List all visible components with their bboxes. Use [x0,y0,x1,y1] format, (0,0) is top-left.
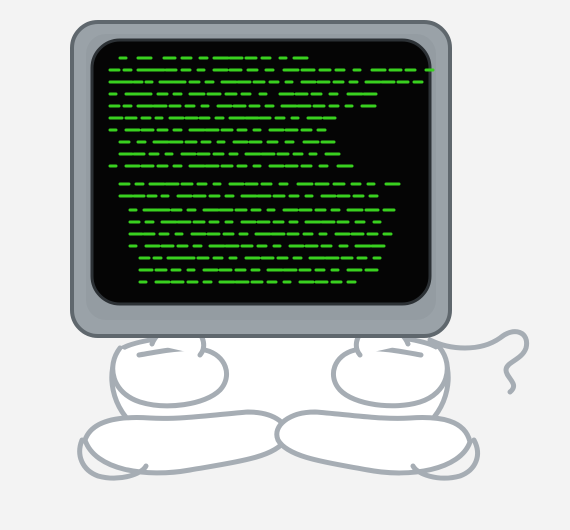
illustration-svg [70,20,530,481]
terminal-screen [90,38,432,306]
illustration-canvas [0,0,570,530]
character-body [77,324,480,481]
left-leg [82,409,289,476]
left-arm [110,345,229,409]
right-arm [331,345,450,409]
right-leg [274,409,473,476]
monitor-head [70,20,452,338]
